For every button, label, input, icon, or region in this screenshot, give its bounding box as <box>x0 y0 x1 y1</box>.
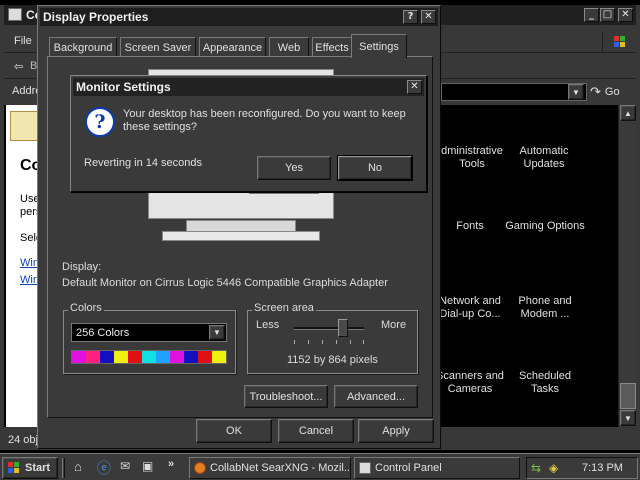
tab-appearance[interactable]: Appearance <box>199 37 266 57</box>
task-button-control-panel[interactable]: Control Panel <box>354 457 520 479</box>
chevron-down-icon: ▼ <box>624 413 632 423</box>
chevron-down-icon: ▼ <box>572 87 580 97</box>
clock: 7:13 PM <box>582 462 623 474</box>
cp-item-automatic-updates[interactable]: Automatic Updates <box>504 145 584 171</box>
tab-web[interactable]: Web <box>269 37 309 57</box>
help-icon: ? <box>407 11 414 22</box>
close-icon: ✕ <box>621 9 630 20</box>
task-label-control-panel: Control Panel <box>375 462 442 474</box>
help-button[interactable]: ? <box>403 10 418 24</box>
start-label: Start <box>25 462 51 474</box>
yes-button[interactable]: Yes <box>257 156 331 180</box>
colors-select-value: 256 Colors <box>76 327 130 339</box>
media-player-icon[interactable]: ▣ <box>142 459 153 473</box>
advanced-button[interactable]: Advanced... <box>334 385 418 408</box>
colors-group <box>63 310 236 374</box>
minimize-button[interactable]: _ <box>584 8 599 22</box>
maximize-icon: □ <box>602 9 613 20</box>
question-icon: ? <box>85 107 115 137</box>
display-properties-dialog: Display Properties ? ✕ Background Screen… <box>37 5 441 449</box>
scroll-down-button[interactable]: ▼ <box>620 410 636 426</box>
tab-screen-saver[interactable]: Screen Saver <box>120 37 196 57</box>
window-app-icon <box>8 8 22 21</box>
tab-effects[interactable]: Effects <box>312 37 352 57</box>
cp-item-scheduled-tasks[interactable]: Scheduled Tasks <box>505 370 585 396</box>
troubleshoot-button[interactable]: Troubleshoot... <box>244 385 328 408</box>
resolution-value: 1152 by 864 pixels <box>287 354 378 366</box>
menu-file[interactable]: File <box>14 35 32 47</box>
monitor-base-icon <box>162 231 320 241</box>
display-adapter-value: Default Monitor on Cirrus Logic 5446 Com… <box>62 277 388 289</box>
ok-button[interactable]: OK <box>196 419 272 443</box>
address-dropdown-button[interactable]: ▼ <box>568 84 584 100</box>
system-tray: ⇆ ◈ 7:13 PM <box>526 457 638 479</box>
more-label: More <box>381 319 407 331</box>
question-mark-glyph: ? <box>94 111 106 133</box>
firefox-icon <box>194 462 206 474</box>
chevron-up-icon: ▲ <box>624 108 632 118</box>
revert-countdown: Reverting in 14 seconds <box>84 157 203 169</box>
screen-area-group-label: Screen area <box>252 302 316 314</box>
reconfigured-message: Your desktop has been reconfigured. Do y… <box>123 108 406 133</box>
go-arrow-icon: ↷ <box>590 84 601 99</box>
dialog-title: Display Properties <box>43 10 149 24</box>
tab-settings[interactable]: Settings <box>351 34 407 58</box>
screen-area-slider[interactable] <box>294 327 364 330</box>
status-object-count: 24 obj <box>8 434 38 446</box>
maximize-button[interactable]: □ <box>600 8 615 22</box>
back-arrow-icon[interactable]: ⇦ <box>14 60 23 73</box>
monitor-settings-dialog: Monitor Settings ✕ ? Your desktop has be… <box>70 75 427 192</box>
taskbar: Start ⌂ ⓔ ✉ ▣ » CollabNet SearXNG - Mozi… <box>0 453 640 480</box>
outlook-icon[interactable]: ✉ <box>120 459 130 473</box>
close-button[interactable]: ✕ <box>407 80 422 94</box>
close-icon: ✕ <box>410 81 419 92</box>
slider-ticks <box>294 340 364 344</box>
chevron-down-icon: ▼ <box>213 328 221 337</box>
volume-tray-icon[interactable]: ◈ <box>549 461 558 475</box>
go-label: Go <box>604 86 620 98</box>
windows-logo-icon <box>602 31 636 53</box>
task-label-browser: CollabNet SearXNG - Mozil... <box>210 462 351 474</box>
apply-button[interactable]: Apply <box>358 419 434 443</box>
scrollbar-thumb[interactable] <box>620 383 636 409</box>
cancel-button[interactable]: Cancel <box>278 419 354 443</box>
cp-item-phone-modem[interactable]: Phone and Modem ... <box>505 295 585 321</box>
quick-launch-separator <box>62 458 65 478</box>
display-label: Display: <box>62 261 102 273</box>
vertical-scrollbar[interactable]: ▲ ▼ <box>618 105 636 427</box>
colors-select[interactable]: 256 Colors ▼ <box>71 323 227 342</box>
color-palette-bar <box>71 350 227 364</box>
cp-item-gaming-options[interactable]: Gaming Options <box>505 220 585 233</box>
control-panel-icon <box>359 462 371 474</box>
monitor-settings-title: Monitor Settings <box>76 80 171 94</box>
desktop-quicklaunch-icon[interactable]: ⌂ <box>74 459 82 474</box>
cp-item-administrative-tools[interactable]: dministrative Tools <box>432 145 512 171</box>
scroll-up-button[interactable]: ▲ <box>620 105 636 121</box>
network-tray-icon[interactable]: ⇆ <box>531 461 541 475</box>
internet-explorer-icon[interactable]: ⓔ <box>97 458 111 478</box>
task-button-browser[interactable]: CollabNet SearXNG - Mozil... <box>189 457 351 479</box>
control-panel-folder-icon <box>10 111 40 141</box>
minimize-icon: _ <box>589 9 594 20</box>
screen-area-slider-thumb[interactable] <box>338 319 348 337</box>
close-icon: ✕ <box>424 11 433 22</box>
go-button[interactable]: ↷ Go <box>590 82 634 102</box>
display-properties-title-bar[interactable]: Display Properties ? ✕ <box>40 8 438 26</box>
colors-group-label: Colors <box>68 302 104 314</box>
cp-item-scanners-cameras[interactable]: Scanners and Cameras <box>430 370 510 396</box>
close-button[interactable]: ✕ <box>421 10 436 24</box>
no-button[interactable]: No <box>337 155 413 181</box>
colors-dropdown-button[interactable]: ▼ <box>209 325 225 340</box>
address-input[interactable] <box>441 83 587 101</box>
windows-flag-icon <box>8 462 20 474</box>
start-button[interactable]: Start <box>2 457 58 479</box>
less-label: Less <box>256 319 280 331</box>
tab-background[interactable]: Background <box>49 37 117 57</box>
quicklaunch-chevron-icon[interactable]: » <box>168 458 174 470</box>
cp-item-network-dialup[interactable]: Network and Dial-up Co... <box>430 295 510 321</box>
cp-item-fonts[interactable]: Fonts <box>430 220 510 233</box>
close-button[interactable]: ✕ <box>618 8 633 22</box>
monitor-settings-title-bar[interactable]: Monitor Settings ✕ <box>73 78 424 96</box>
